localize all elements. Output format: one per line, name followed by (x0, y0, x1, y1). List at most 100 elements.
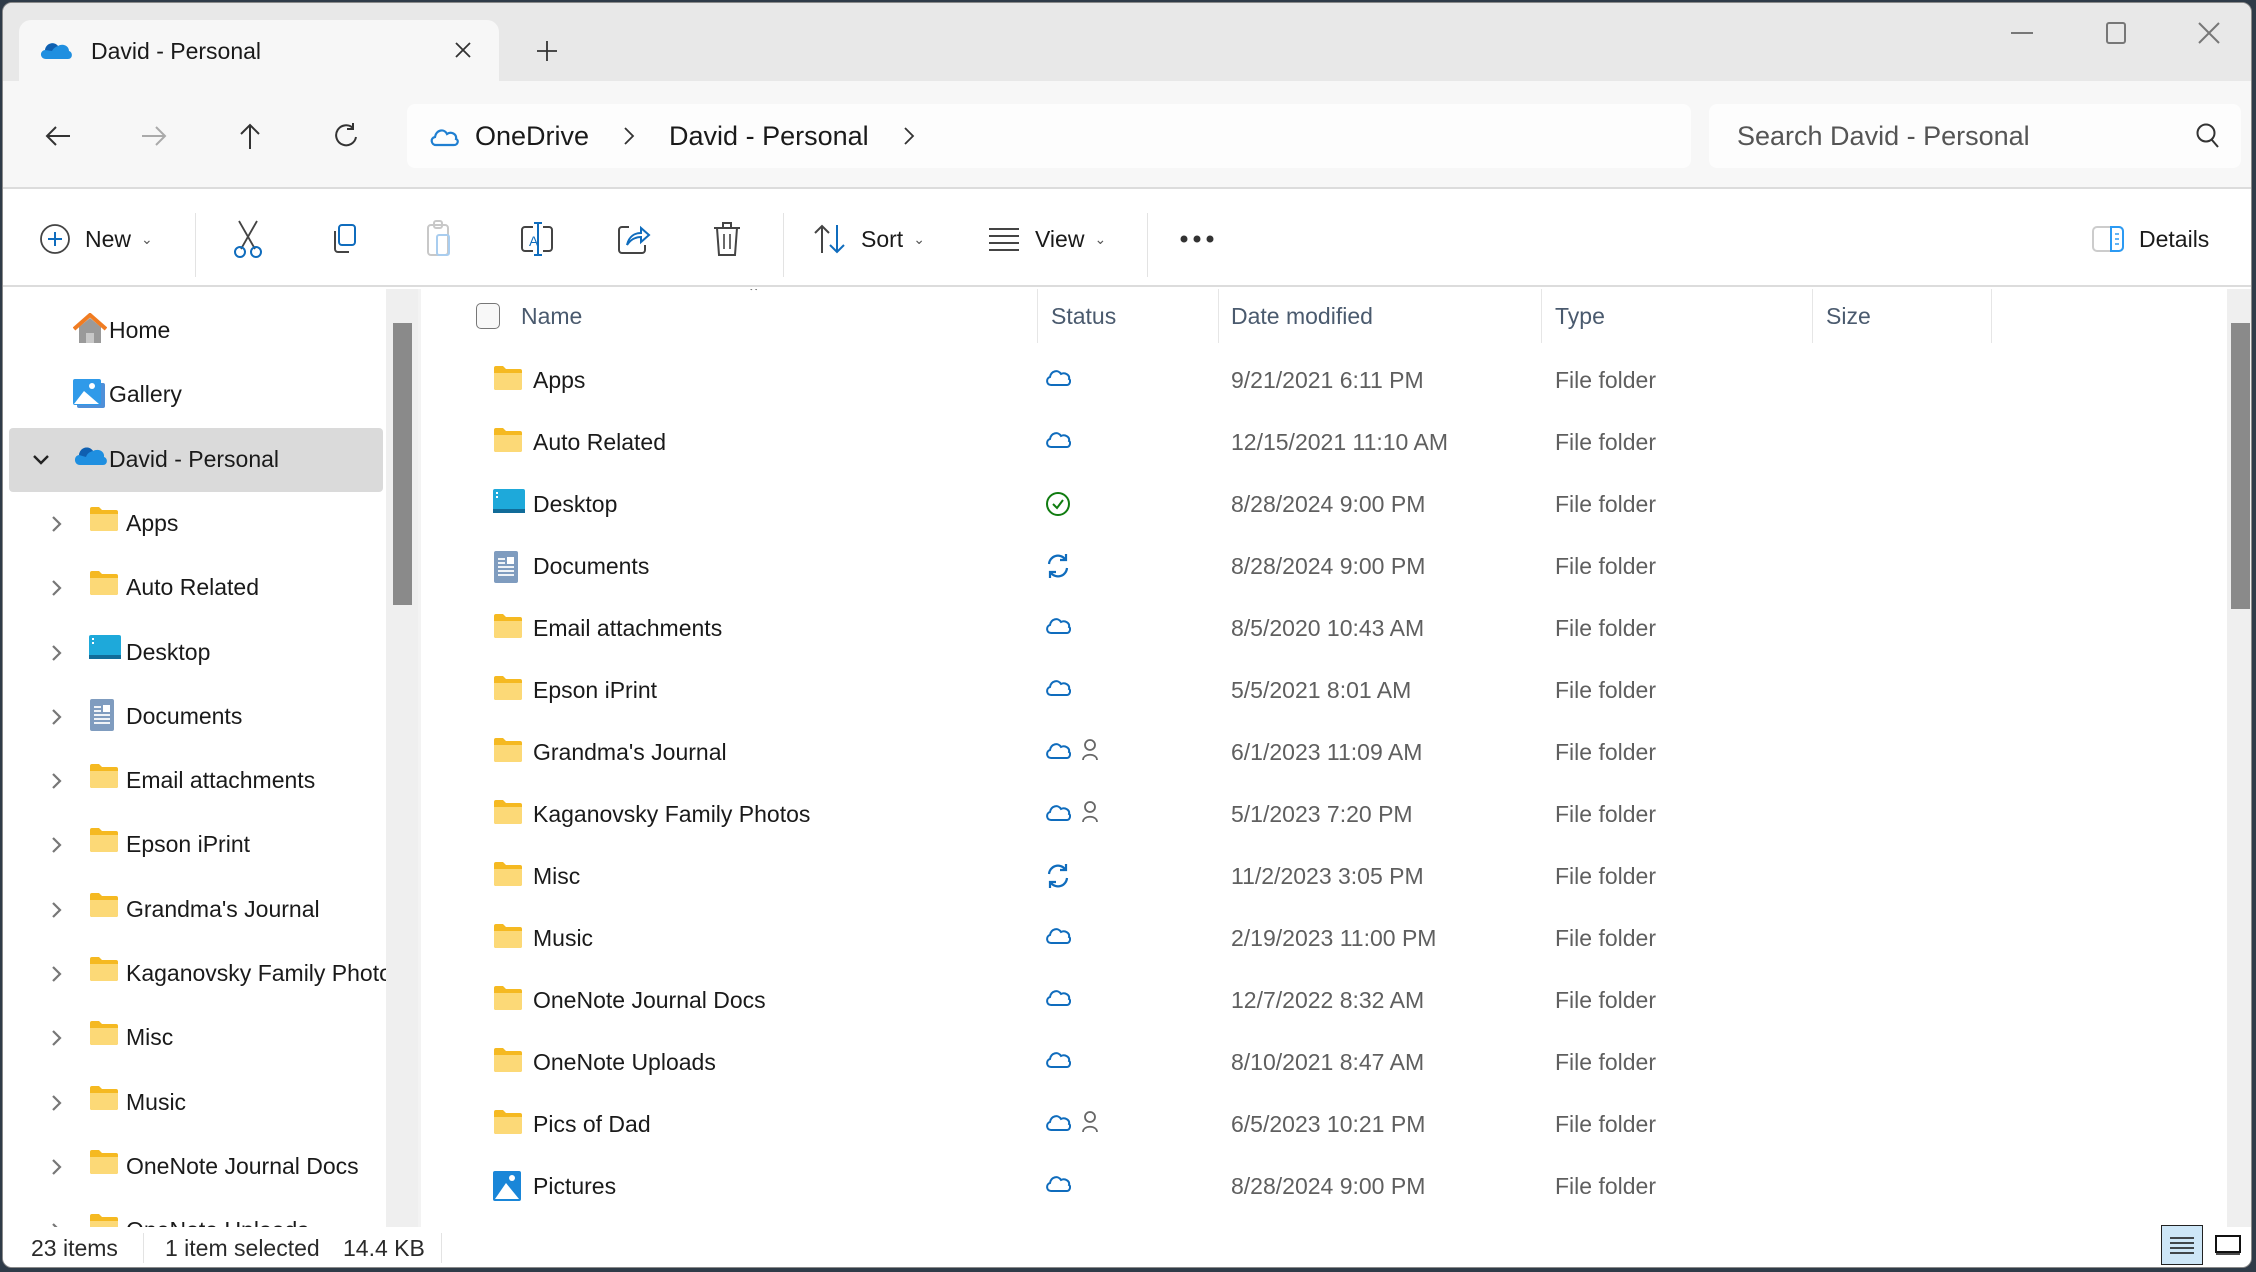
select-all-checkbox[interactable] (476, 303, 500, 329)
column-header-row: ⌃ Name Status Date modified Type Size (421, 289, 2227, 343)
chevron-right-icon[interactable] (47, 900, 67, 920)
table-row[interactable]: Grandma's Journal 6/1/2023 11:09 AM File f… (421, 723, 2201, 785)
column-header-type[interactable]: Type (1555, 303, 1605, 330)
file-list-scrollbar-thumb[interactable] (2231, 323, 2250, 609)
details-label: Details (2139, 225, 2210, 252)
sidebar-item[interactable]: Gallery (9, 363, 383, 427)
sidebar-item-label: OneNote Uploads (126, 1217, 309, 1227)
column-header-date[interactable]: Date modified (1231, 303, 1373, 330)
cut-button[interactable] (231, 213, 265, 265)
chevron-right-icon[interactable] (47, 578, 67, 598)
table-row[interactable]: Auto Related 12/15/2021 11:10 AM File fold… (421, 413, 2201, 475)
table-row[interactable]: Music 2/19/2023 11:00 PM File folder (421, 909, 2201, 971)
more-options-button[interactable] (1179, 213, 1215, 265)
chevron-right-icon[interactable] (47, 835, 67, 855)
details-view-button[interactable] (2161, 1225, 2203, 1265)
new-button[interactable]: New ⌄ (39, 213, 153, 265)
sidebar-item[interactable]: Home (9, 299, 383, 363)
column-header-name[interactable]: Name (521, 303, 582, 330)
chevron-down-icon[interactable] (31, 450, 51, 470)
refresh-button[interactable] (321, 111, 371, 161)
tab-david-personal[interactable]: David - Personal (19, 20, 499, 82)
table-row[interactable]: OneNote Journal Docs 12/7/2022 8:32 AM Fil… (421, 971, 2201, 1033)
back-button[interactable] (33, 111, 83, 161)
table-row[interactable]: Kaganovsky Family Photos 5/1/2023 7:20 PM… (421, 785, 2201, 847)
sync-status (1045, 739, 1099, 761)
sidebar-item[interactable]: Desktop (9, 621, 383, 685)
sidebar-item[interactable]: Music (9, 1071, 383, 1135)
table-row[interactable]: Desktop 8/28/2024 9:00 PM File folder (421, 475, 2201, 537)
sort-button[interactable]: Sort ⌄ (813, 213, 925, 265)
column-divider[interactable] (1218, 289, 1219, 343)
sidebar-item[interactable]: David - Personal (9, 427, 383, 492)
sidebar-item[interactable]: OneNote Uploads (9, 1199, 383, 1227)
delete-button[interactable] (711, 213, 743, 265)
column-header-status[interactable]: Status (1051, 303, 1116, 330)
folder-icon (493, 427, 523, 458)
sort-label: Sort (861, 225, 904, 252)
new-tab-button[interactable] (527, 31, 567, 71)
sidebar-item[interactable]: Epson iPrint (9, 813, 383, 877)
delete-icon (714, 222, 740, 256)
breadcrumb-onedrive[interactable]: OneDrive (475, 121, 589, 152)
cloud-status-icon (1046, 432, 1071, 448)
column-divider[interactable] (1037, 289, 1038, 343)
maximize-button[interactable] (2081, 13, 2151, 53)
minimize-button[interactable] (1987, 13, 2057, 53)
chevron-right-icon[interactable] (47, 771, 67, 791)
chevron-right-icon[interactable] (47, 643, 67, 663)
sidebar-item[interactable]: Documents (9, 685, 383, 749)
chevron-right-icon[interactable] (47, 514, 67, 534)
tiles-view-button[interactable] (2207, 1225, 2249, 1265)
sidebar-scrollbar-thumb[interactable] (393, 323, 412, 605)
chevron-right-icon[interactable] (47, 1028, 67, 1048)
table-row[interactable]: Pictures 8/28/2024 9:00 PM File folder (421, 1157, 2201, 1219)
up-button[interactable] (225, 111, 275, 161)
sidebar-item[interactable]: OneNote Journal Docs (9, 1135, 383, 1199)
sidebar-item[interactable]: Apps (9, 492, 383, 556)
breadcrumb-david-personal[interactable]: David - Personal (669, 121, 869, 152)
file-type: File folder (1555, 739, 1656, 765)
chevron-right-icon[interactable] (47, 964, 67, 984)
sidebar-item[interactable]: Auto Related (9, 556, 383, 620)
column-header-size[interactable]: Size (1826, 303, 1871, 330)
chevron-right-icon[interactable] (47, 1093, 67, 1113)
copy-button[interactable] (327, 213, 361, 265)
sidebar-item[interactable]: Grandma's Journal (9, 878, 383, 942)
view-button[interactable]: View ⌄ (987, 213, 1106, 265)
table-row[interactable]: Apps 9/21/2021 6:11 PM File folder (421, 351, 2201, 413)
share-button[interactable] (615, 213, 651, 265)
column-divider[interactable] (1812, 289, 1813, 343)
view-label: View (1035, 225, 1085, 252)
table-row[interactable]: Pics of Dad 6/5/2023 10:21 PM File folder (421, 1095, 2201, 1157)
forward-button[interactable] (129, 111, 179, 161)
table-row[interactable]: Documents 8/28/2024 9:00 PM File folder (421, 537, 2201, 599)
table-row[interactable]: Epson iPrint 5/5/2021 8:01 AM File folder (421, 661, 2201, 723)
sidebar-item-label: Music (126, 1088, 187, 1115)
chevron-right-icon[interactable] (623, 126, 635, 146)
window-close-button[interactable] (2174, 13, 2244, 53)
shared-icon (1082, 1111, 1098, 1133)
column-divider[interactable] (1991, 289, 1992, 343)
sync-status (1045, 677, 1071, 697)
search-input[interactable] (1737, 120, 2157, 152)
table-row[interactable]: OneNote Uploads 8/10/2021 8:47 AM File fol… (421, 1033, 2201, 1095)
details-pane-button[interactable]: Details (2091, 213, 2209, 265)
sidebar-item[interactable]: Misc (9, 1006, 383, 1070)
sidebar-item[interactable]: Kaganovsky Family Photos (9, 942, 389, 1006)
sync-status (1045, 1111, 1099, 1133)
chevron-right-icon[interactable] (47, 1157, 67, 1177)
search-box[interactable] (1709, 104, 2241, 168)
close-tab-button[interactable] (447, 34, 479, 66)
address-bar[interactable]: OneDrive David - Personal (407, 104, 1691, 168)
table-row[interactable]: Email attachments 8/5/2020 10:43 AM File f… (421, 599, 2201, 661)
rename-button[interactable]: A (519, 213, 555, 265)
chevron-right-icon[interactable] (47, 707, 67, 727)
paste-button[interactable] (423, 213, 457, 265)
column-divider[interactable] (1541, 289, 1542, 343)
sidebar-item[interactable]: Email attachments (9, 749, 383, 813)
table-row[interactable]: Misc 11/2/2023 3:05 PM File folder (421, 847, 2201, 909)
copy-icon (334, 224, 356, 253)
chevron-right-icon[interactable] (903, 126, 915, 146)
search-icon[interactable] (2195, 122, 2221, 155)
